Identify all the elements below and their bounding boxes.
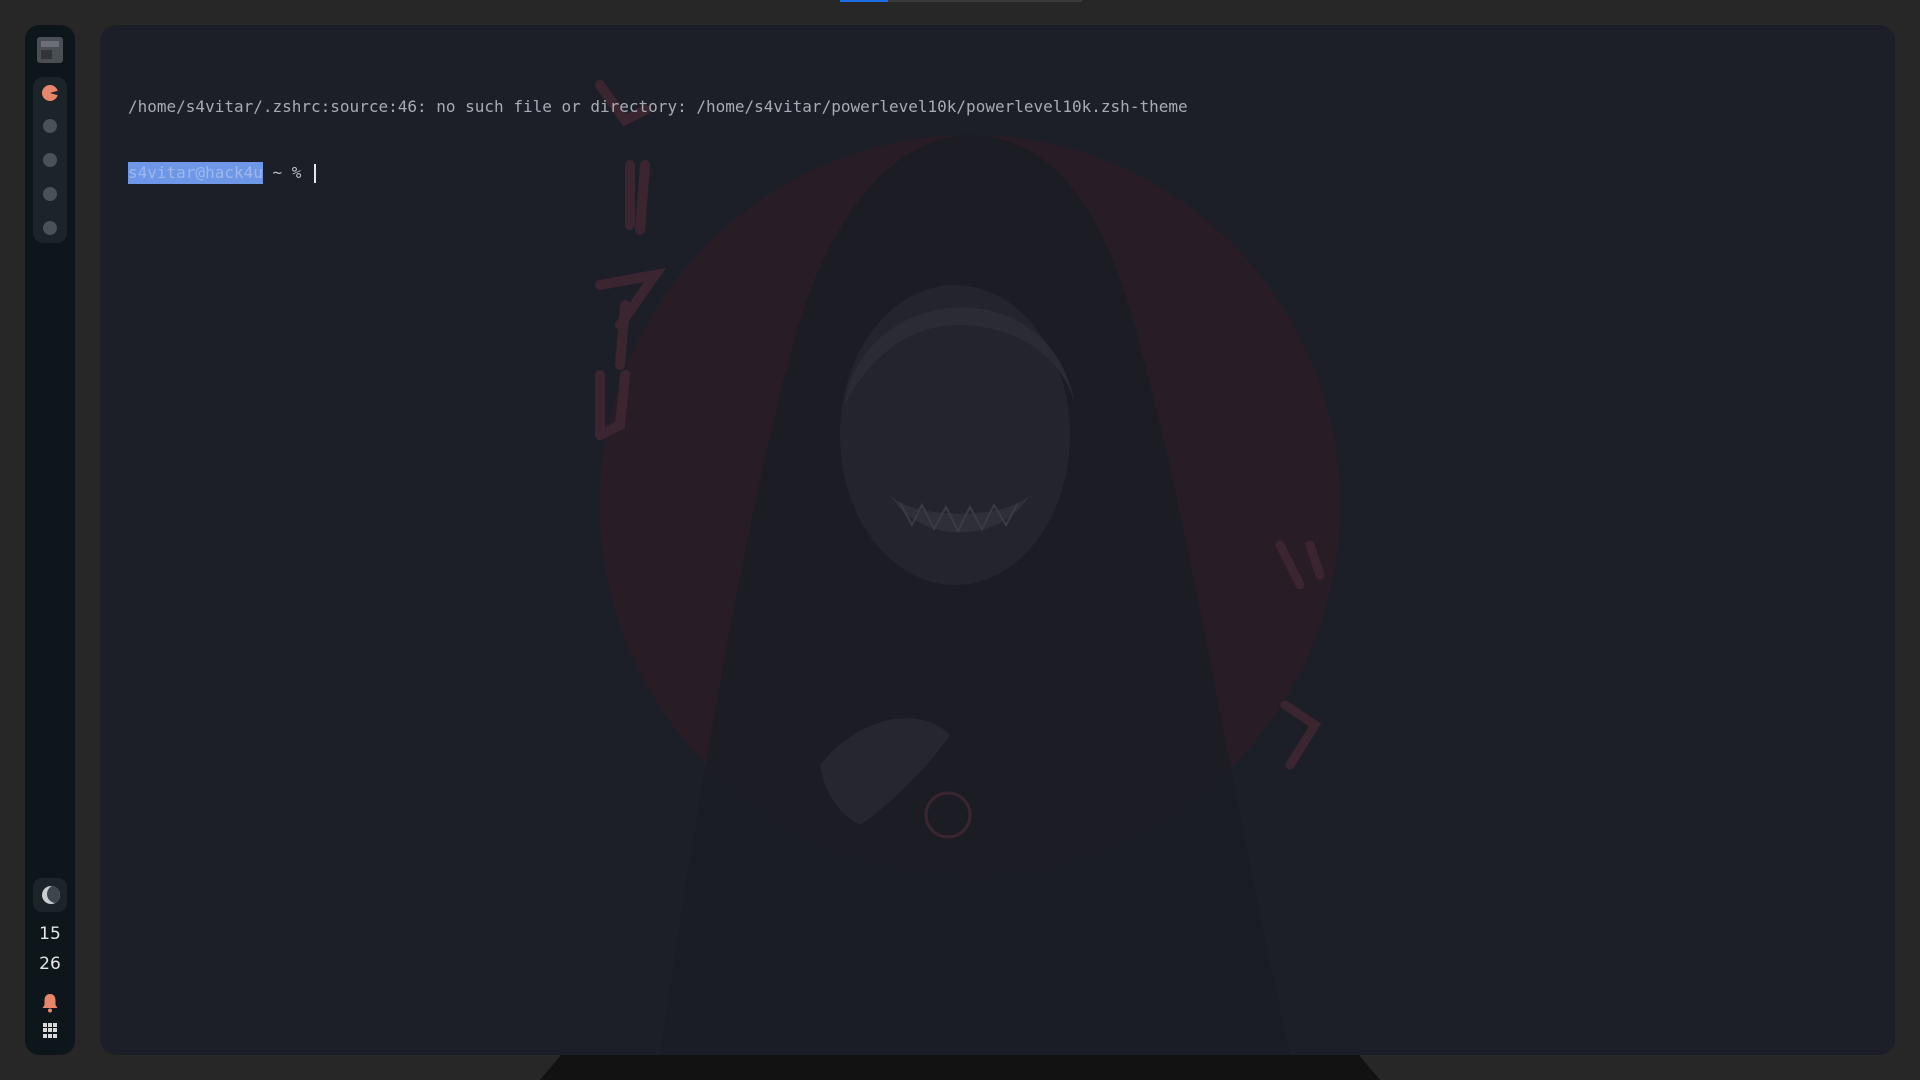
night-mode-toggle[interactable]: [33, 878, 67, 912]
text-cursor: [314, 163, 317, 183]
workspace-4-dot[interactable]: [43, 187, 57, 201]
clock-hour: 15: [39, 924, 61, 944]
active-workspace-indicator: [840, 0, 888, 2]
workspace-switcher: [33, 77, 67, 243]
workspace-1-active-icon[interactable]: [42, 85, 58, 101]
terminal-window[interactable]: /home/s4vitar/.zshrc:source:46: no such …: [100, 25, 1895, 1055]
terminal-output: /home/s4vitar/.zshrc:source:46: no such …: [128, 52, 1188, 228]
prompt-path-symbol: ~ %: [262, 163, 312, 182]
grid-icon[interactable]: [43, 1023, 58, 1038]
app-launcher-icon[interactable]: [37, 37, 63, 63]
error-message: /home/s4vitar/.zshrc:source:46: no such …: [128, 97, 1188, 116]
bell-icon[interactable]: [41, 993, 59, 1013]
workspace-indicator-bar: [840, 0, 1082, 2]
shell-prompt[interactable]: s4vitar@hack4u ~ %: [128, 162, 1188, 184]
moon-icon: [42, 886, 60, 904]
workspace-2-dot[interactable]: [43, 119, 57, 133]
clock-minute: 26: [39, 954, 61, 974]
sidebar: 15 26: [25, 25, 75, 1055]
workspace-5-dot[interactable]: [43, 221, 57, 235]
workspace-3-dot[interactable]: [43, 153, 57, 167]
prompt-user-host: s4vitar@hack4u: [128, 162, 263, 184]
